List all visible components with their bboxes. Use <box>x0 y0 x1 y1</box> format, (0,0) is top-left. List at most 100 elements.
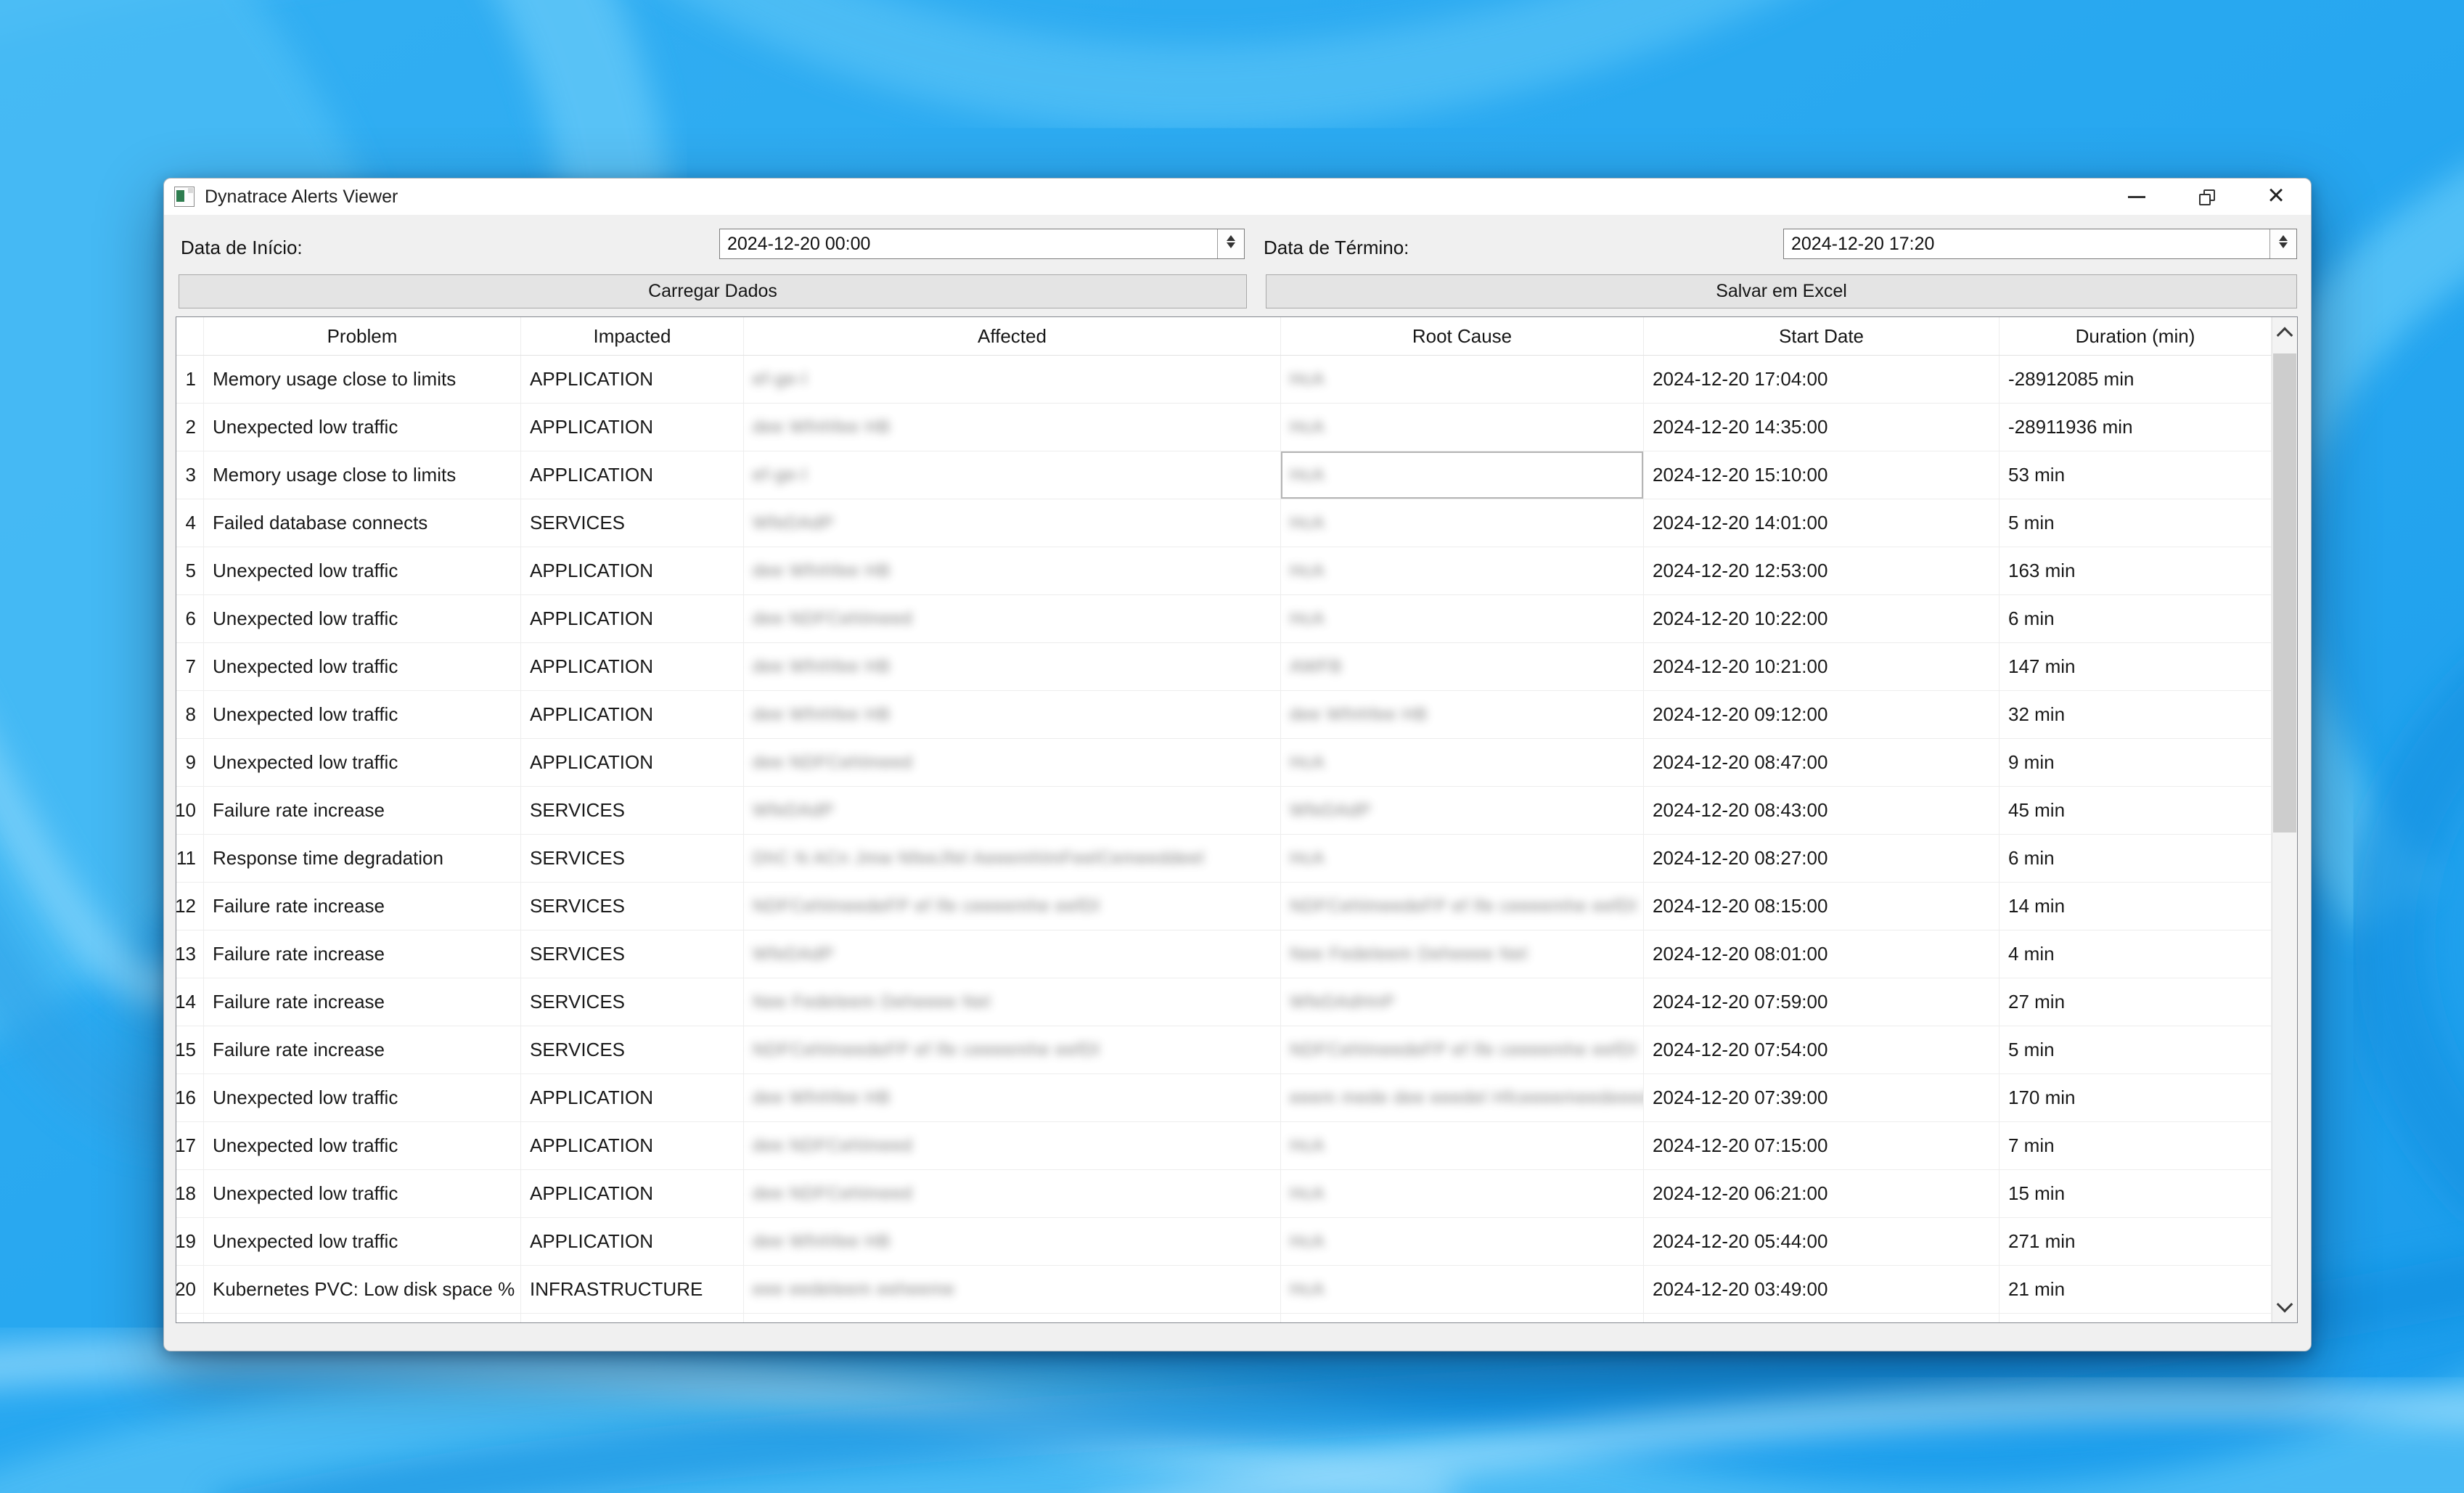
start-date-cell: 2024-12-20 07:59:00 <box>1644 978 2000 1026</box>
start-date-cell: 2024-12-20 12:53:00 <box>1644 547 2000 594</box>
root-cause-cell: HcA <box>1281 356 1644 403</box>
table-row[interactable]: 15 Failure rate increase SERVICES NDFCeh… <box>176 1026 2272 1074</box>
affected-cell: dee Wfnhfee HB <box>744 1218 1281 1265</box>
table-row[interactable]: 14 Failure rate increase SERVICES Nee Fe… <box>176 978 2272 1026</box>
vertical-scrollbar[interactable] <box>2272 317 2297 1322</box>
spinner-up-icon <box>1227 231 1235 241</box>
redacted-root-cause-text: HcA <box>1290 1232 1325 1252</box>
minimize-button[interactable] <box>2102 179 2172 215</box>
table-row[interactable]: 9 Unexpected low traffic APPLICATION dee… <box>176 739 2272 787</box>
duration-cell: 14 min <box>2000 883 2272 930</box>
start-date-input[interactable]: 2024-12-20 00:00 <box>719 229 1245 259</box>
save-excel-button[interactable]: Salvar em Excel <box>1266 274 2297 308</box>
window-controls: × <box>2102 179 2311 215</box>
table-row[interactable]: 1 Memory usage close to limits APPLICATI… <box>176 356 2272 404</box>
problem-cell: Unexpected low traffic <box>204 1170 521 1217</box>
header-root-cause[interactable]: Root Cause <box>1281 317 1644 355</box>
impacted-cell: SERVICES <box>521 787 744 834</box>
header-affected[interactable]: Affected <box>744 317 1281 355</box>
affected-cell: WfeDAdP <box>744 499 1281 547</box>
row-number-cell: 7 <box>176 643 204 690</box>
table-row[interactable]: 10 Failure rate increase SERVICES WfeDAd… <box>176 787 2272 835</box>
redacted-root-cause-text: NDFCehlmeedeFP ef lfe ceeeemhe eefDl <box>1290 896 1637 917</box>
titlebar[interactable]: Dynatrace Alerts Viewer × <box>164 179 2311 215</box>
table-row[interactable]: 6 Unexpected low traffic APPLICATION dee… <box>176 595 2272 643</box>
root-cause-cell: NDFCehlmeedeFP ef lfe ceeeemhe eefDl <box>1281 1026 1644 1073</box>
table-row[interactable]: 11 Response time degradation SERVICES Dh… <box>176 835 2272 883</box>
redacted-root-cause-text: HcA <box>1290 609 1325 629</box>
table-row[interactable]: 5 Unexpected low traffic APPLICATION dee… <box>176 547 2272 595</box>
redacted-affected-text: ef-ge-l <box>753 369 807 390</box>
table-row[interactable]: 13 Failure rate increase SERVICES WfeDAd… <box>176 930 2272 978</box>
table-row[interactable]: 4 Failed database connects SERVICES WfeD… <box>176 499 2272 547</box>
header-row-number[interactable] <box>176 317 204 355</box>
impacted-cell: APPLICATION <box>521 356 744 403</box>
problem-cell: Failure rate increase <box>204 978 521 1026</box>
impacted-cell: INFRASTRUCTURE <box>521 1266 744 1313</box>
start-date-cell: 2024-12-20 07:15:00 <box>1644 1122 2000 1169</box>
root-cause-cell: HcA <box>1281 1170 1644 1217</box>
header-impacted[interactable]: Impacted <box>521 317 744 355</box>
start-date-label: Data de Início: <box>181 237 303 259</box>
row-number-cell: 1 <box>176 356 204 403</box>
root-cause-cell: HcA <box>1281 1266 1644 1313</box>
end-date-spinner[interactable] <box>2269 229 2296 258</box>
table-row[interactable]: 7 Unexpected low traffic APPLICATION dee… <box>176 643 2272 691</box>
root-cause-cell: eeem mede dee eeedel Hfceeeemeedeeedheel… <box>1281 1074 1644 1121</box>
table-row[interactable]: 12 Failure rate increase SERVICES NDFCeh… <box>176 883 2272 930</box>
duration-cell: 21 min <box>2000 1266 2272 1313</box>
affected-cell: ef-ge-l <box>744 451 1281 499</box>
close-icon: × <box>2267 181 2284 210</box>
row-number-cell: 3 <box>176 451 204 499</box>
table-row[interactable]: 2 Unexpected low traffic APPLICATION dee… <box>176 404 2272 451</box>
duration-cell: 147 min <box>2000 643 2272 690</box>
start-date-cell: 2024-12-20 14:35:00 <box>1644 404 2000 451</box>
redacted-affected-text: eee eedeleem eeheeme <box>753 1280 955 1300</box>
row-number-cell: 5 <box>176 547 204 594</box>
table-row[interactable]: 8 Unexpected low traffic APPLICATION dee… <box>176 691 2272 739</box>
scrollbar-up-button[interactable] <box>2272 317 2297 349</box>
minimize-icon <box>2128 196 2145 198</box>
start-date-spinner[interactable] <box>1217 229 1244 258</box>
row-number-cell: 18 <box>176 1170 204 1217</box>
start-date-cell: 2024-12-20 14:01:00 <box>1644 499 2000 547</box>
scrollbar-thumb[interactable] <box>2273 353 2296 833</box>
row-number-cell: 12 <box>176 883 204 930</box>
table-row[interactable]: 20 Kubernetes PVC: Low disk space % INFR… <box>176 1266 2272 1314</box>
impacted-cell: APPLICATION <box>521 595 744 642</box>
impacted-cell: APPLICATION <box>521 1074 744 1121</box>
header-start-date[interactable]: Start Date <box>1644 317 2000 355</box>
problem-cell: Memory usage close to limits <box>204 356 521 403</box>
header-problem[interactable]: Problem <box>204 317 521 355</box>
impacted-cell <box>521 1314 744 1322</box>
header-duration[interactable]: Duration (min) <box>2000 317 2272 355</box>
end-date-input[interactable]: 2024-12-20 17:20 <box>1783 229 2297 259</box>
duration-cell: 53 min <box>2000 451 2272 499</box>
affected-cell: Nee Fedeleem Deheeee Nel <box>744 978 1281 1026</box>
table-row[interactable]: 18 Unexpected low traffic APPLICATION de… <box>176 1170 2272 1218</box>
root-cause-cell: HcA <box>1281 451 1644 499</box>
table-row[interactable]: 3 Memory usage close to limits APPLICATI… <box>176 451 2272 499</box>
problem-cell: Unexpected low traffic <box>204 1218 521 1265</box>
duration-cell: 5 min <box>2000 1026 2272 1073</box>
scrollbar-down-button[interactable] <box>2272 1290 2297 1322</box>
close-button[interactable]: × <box>2241 179 2311 215</box>
redacted-root-cause-text: dee Wfnhfee HB <box>1290 705 1428 725</box>
start-date-cell: 2024-12-20 07:39:00 <box>1644 1074 2000 1121</box>
redacted-affected-text: DhC N ACn Jmw NfeeJfel AeeemhlmFeelCemee… <box>753 848 1205 869</box>
restore-button[interactable] <box>2172 179 2241 215</box>
redacted-affected-text: dee Wfnhfee HB <box>753 561 891 581</box>
table-row[interactable]: 19 Unexpected low traffic APPLICATION de… <box>176 1218 2272 1266</box>
duration-cell: 271 min <box>2000 1218 2272 1265</box>
redacted-affected-text: NDFCehlmeedeFP ef lfe ceeeemhe eefDl <box>753 896 1100 917</box>
row-number-cell: 19 <box>176 1218 204 1265</box>
load-data-button[interactable]: Carregar Dados <box>179 274 1247 308</box>
table-row[interactable]: 17 Unexpected low traffic APPLICATION de… <box>176 1122 2272 1170</box>
root-cause-cell: HcA <box>1281 499 1644 547</box>
table-row[interactable]: 16 Unexpected low traffic APPLICATION de… <box>176 1074 2272 1122</box>
table-row[interactable] <box>176 1314 2272 1322</box>
impacted-cell: APPLICATION <box>521 451 744 499</box>
duration-cell: 7 min <box>2000 1122 2272 1169</box>
alerts-table: Problem Impacted Affected Root Cause Sta… <box>176 316 2298 1323</box>
problem-cell: Memory usage close to limits <box>204 451 521 499</box>
